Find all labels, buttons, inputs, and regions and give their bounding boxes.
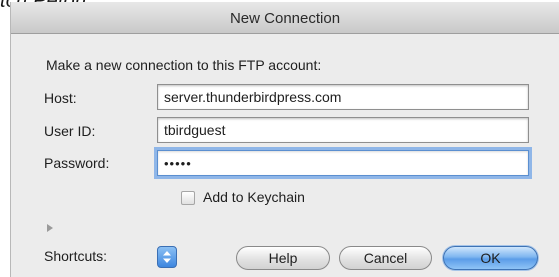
host-label: Host:: [44, 90, 77, 106]
instructions-text: Make a new connection to this FTP accoun…: [46, 57, 322, 73]
screen: tch Peton. New Connection Make a new con…: [0, 0, 559, 277]
dialog-title: New Connection: [229, 10, 341, 27]
add-to-keychain-label[interactable]: Add to Keychain: [203, 189, 305, 205]
user-id-label: User ID:: [44, 123, 96, 139]
up-down-stepper-icon: [163, 251, 171, 263]
user-id-field[interactable]: tbirdguest: [157, 117, 529, 143]
host-field[interactable]: server.thunderbirdpress.com: [157, 84, 529, 110]
ok-button[interactable]: OK: [443, 246, 538, 270]
password-mask: •••••: [164, 156, 192, 171]
shortcuts-label: Shortcuts:: [44, 248, 108, 264]
add-to-keychain-checkbox[interactable]: [181, 191, 195, 205]
cancel-button[interactable]: Cancel: [339, 246, 432, 270]
password-label: Password:: [44, 155, 110, 171]
new-connection-dialog: New Connection Make a new connection to …: [10, 2, 559, 277]
help-button[interactable]: Help: [236, 246, 330, 270]
disclosure-triangle-icon[interactable]: [47, 224, 53, 232]
dialog-titlebar: New Connection: [11, 2, 559, 34]
shortcuts-popup-button[interactable]: [157, 246, 177, 268]
password-field[interactable]: •••••: [157, 150, 529, 176]
